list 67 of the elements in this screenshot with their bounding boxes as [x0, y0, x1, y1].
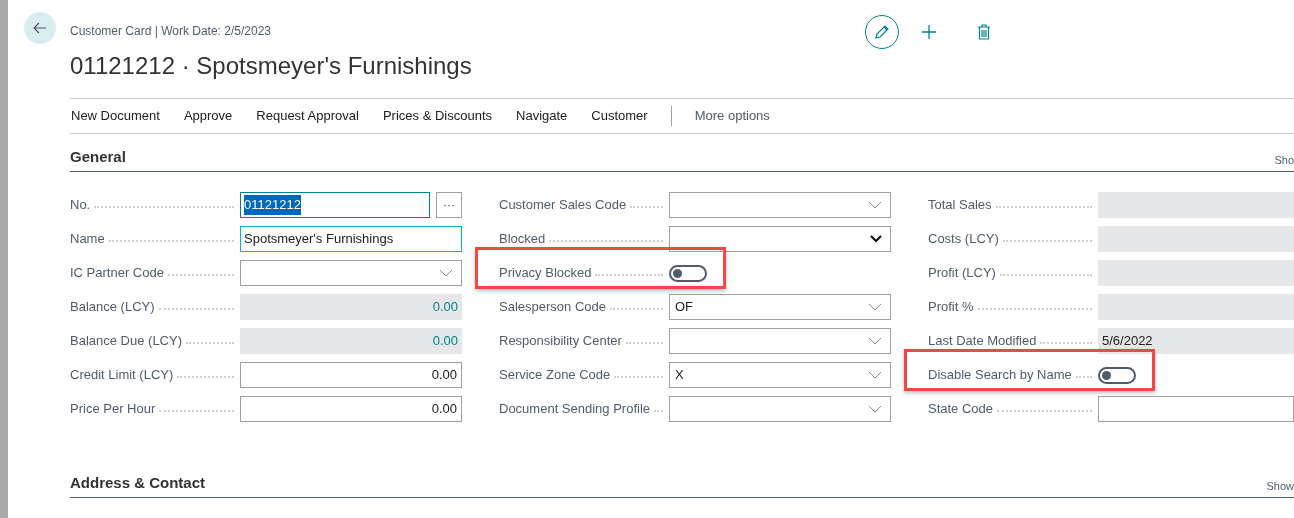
dropdown-field[interactable]: OF — [669, 294, 891, 320]
readonly-field: 5/6/2022 — [1098, 328, 1294, 354]
field-label: Profit (LCY) — [928, 264, 996, 283]
field-label: No. — [70, 196, 91, 215]
dropdown-field[interactable] — [669, 396, 891, 422]
pencil-icon — [874, 24, 890, 40]
input-field[interactable]: 0.00 — [240, 396, 462, 422]
chevron-down-icon — [870, 235, 882, 243]
dropdown-field[interactable] — [669, 328, 891, 354]
field-label: Balance (LCY) — [70, 298, 155, 317]
input-field[interactable]: 01121212 — [240, 192, 430, 218]
field-label: Last Date Modified — [928, 332, 1037, 351]
field-label: Disable Search by Name — [928, 366, 1072, 385]
breadcrumb: Customer Card | Work Date: 2/5/2023 — [70, 23, 272, 40]
show-more-link[interactable]: Sho — [1274, 151, 1294, 168]
dropdown-field[interactable] — [669, 226, 891, 252]
action-menu-item[interactable]: Request Approval — [244, 106, 371, 126]
field-value: 01121212 — [244, 195, 301, 215]
trash-icon[interactable] — [977, 24, 991, 40]
field-label: State Code — [928, 400, 994, 419]
section-title: Address & Contact — [70, 472, 206, 493]
readonly-field: 0.00 — [240, 328, 462, 354]
chevron-down-icon — [868, 303, 882, 311]
field-value: X — [675, 366, 684, 385]
toggle-switch[interactable] — [669, 264, 707, 282]
field-label: Credit Limit (LCY) — [70, 366, 174, 385]
field-label: Privacy Blocked — [499, 264, 592, 283]
field-label: Balance Due (LCY) — [70, 332, 182, 351]
action-menu-item[interactable]: Navigate — [504, 106, 580, 126]
more-options-link[interactable]: More options — [682, 106, 782, 126]
field-value: OF — [675, 298, 694, 317]
field-label: Costs (LCY) — [928, 230, 999, 249]
page-title: 01121212 · Spotsmeyer's Furnishings — [70, 51, 473, 81]
show-more-link[interactable]: Show — [1266, 477, 1294, 494]
field-label: Salesperson Code — [499, 298, 606, 317]
chevron-down-icon — [868, 405, 882, 413]
input-field[interactable]: Spotsmeyer's Furnishings — [240, 226, 462, 252]
action-menu-item[interactable]: Approve — [171, 106, 245, 126]
readonly-field: 0.00 — [240, 294, 462, 320]
plus-icon[interactable] — [921, 24, 937, 40]
dropdown-field[interactable] — [240, 260, 462, 286]
field-label: Name — [70, 230, 105, 249]
field-label: Responsibility Center — [499, 332, 622, 351]
dropdown-field[interactable] — [669, 192, 891, 218]
chevron-down-icon — [439, 269, 453, 277]
lookup-button[interactable]: ··· — [436, 192, 462, 218]
field-label: Profit % — [928, 298, 974, 317]
field-label: Total Sales — [928, 196, 992, 215]
dropdown-field[interactable]: X — [669, 362, 891, 388]
chevron-down-icon — [868, 201, 882, 209]
section-title: General — [70, 146, 126, 167]
toggle-switch[interactable] — [1098, 366, 1136, 384]
field-label: Service Zone Code — [499, 366, 611, 385]
field-label: Customer Sales Code — [499, 196, 627, 215]
field-label: Blocked — [499, 230, 546, 249]
action-menu-item[interactable]: New Document — [70, 106, 172, 126]
chevron-down-icon — [868, 337, 882, 345]
chevron-down-icon — [868, 371, 882, 379]
action-menu-item[interactable]: Customer — [579, 106, 660, 126]
back-arrow-icon — [33, 22, 47, 34]
action-menu-item[interactable]: Prices & Discounts — [370, 106, 504, 126]
field-label: IC Partner Code — [70, 264, 164, 283]
back-button[interactable] — [24, 12, 56, 44]
field-label: Price Per Hour — [70, 400, 156, 419]
input-field[interactable] — [1098, 396, 1294, 422]
input-field[interactable]: 0.00 — [240, 362, 462, 388]
field-label: Document Sending Profile — [499, 400, 651, 419]
